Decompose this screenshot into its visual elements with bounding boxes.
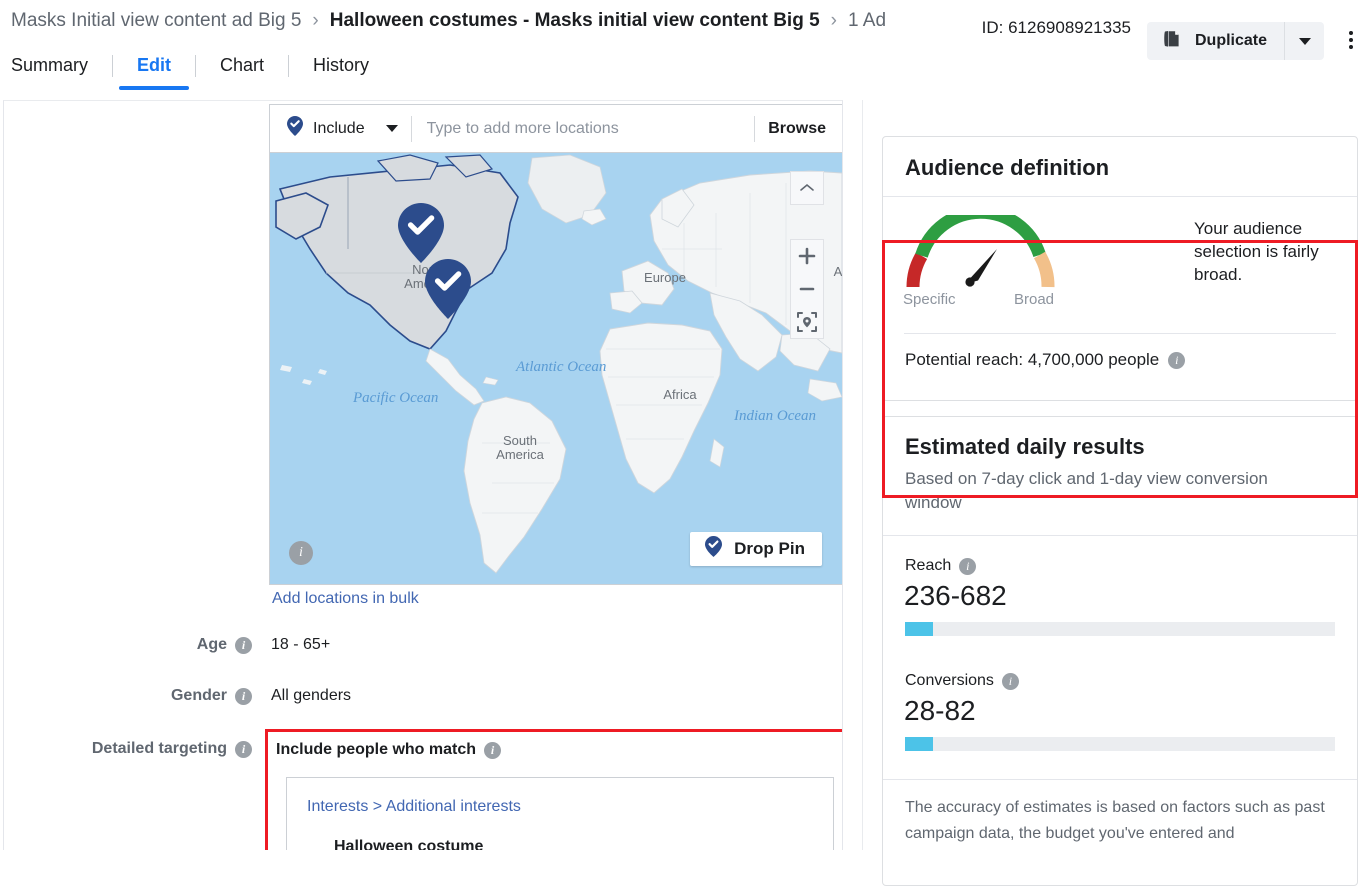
tab-divider <box>112 55 113 77</box>
interest-item-halloween-costume[interactable]: Halloween costume <box>334 838 483 850</box>
breadcrumb-item-ad[interactable]: 1 Ad <box>848 10 886 32</box>
include-people-who-match-text: Include people who match <box>276 741 476 759</box>
map-info-icon[interactable]: i <box>289 541 313 565</box>
age-field-label: Age i <box>22 636 252 654</box>
tab-bar: Summary Edit Chart History <box>0 52 1358 100</box>
map-locate-button[interactable] <box>790 305 824 339</box>
detailed-targeting-highlight-box: Include people who match i Interests > A… <box>265 729 843 850</box>
location-search-input[interactable] <box>425 119 742 139</box>
info-icon[interactable]: i <box>484 742 501 759</box>
map-zoom-in-button[interactable] <box>790 239 824 273</box>
detailed-targeting-label-text: Detailed targeting <box>92 740 227 758</box>
map-collapse-button[interactable] <box>790 171 824 205</box>
gauge-label-broad: Broad <box>1014 291 1054 308</box>
metric-value-reach: 236-682 <box>904 580 1007 612</box>
breadcrumb-separator-icon: › <box>831 10 837 32</box>
potential-reach-text: Potential reach: 4,700,000 people <box>905 350 1159 370</box>
map-pin-check-icon <box>286 115 304 142</box>
vertical-divider <box>754 116 755 142</box>
tab-divider <box>195 55 196 77</box>
estimated-results-title: Estimated daily results <box>905 434 1145 460</box>
breadcrumb-item-campaign[interactable]: Masks Initial view content ad Big 5 <box>11 10 301 32</box>
audience-breadth-gauge: Specific Broad <box>901 215 1061 310</box>
content-area: Include Browse <box>0 99 1358 850</box>
metric-bar-fill <box>905 622 933 636</box>
map-pin-check-icon[interactable] <box>424 258 472 320</box>
top-header-bar: Masks Initial view content ad Big 5 › Ha… <box>0 0 1358 48</box>
location-include-dropdown[interactable]: Include <box>270 115 398 142</box>
chevron-down-icon <box>1299 38 1311 45</box>
metric-bar-reach <box>905 622 1335 636</box>
gender-field-label: Gender i <box>22 687 252 705</box>
world-map-graphic <box>270 153 842 584</box>
tab-chart[interactable]: Chart <box>220 52 264 90</box>
locations-input-row: Include Browse <box>269 104 843 152</box>
metric-label-reach-text: Reach <box>905 557 951 575</box>
audience-definition-card: Audience definition Specific Broad You <box>882 136 1358 401</box>
divider <box>883 779 1357 780</box>
chevron-down-icon <box>386 125 398 132</box>
metric-bar-fill <box>905 737 933 751</box>
plus-icon <box>798 247 816 265</box>
tab-history[interactable]: History <box>313 52 369 90</box>
minus-icon <box>798 280 816 298</box>
metric-bar-conversions <box>905 737 1335 751</box>
info-icon[interactable]: i <box>235 741 252 758</box>
drop-pin-button[interactable]: Drop Pin <box>690 532 822 566</box>
right-sidebar: Audience definition Specific Broad You <box>862 100 1358 850</box>
duplicate-button-label: Duplicate <box>1195 32 1267 50</box>
age-field-value[interactable]: 18 - 65+ <box>271 636 330 654</box>
ad-id-label: ID: 6126908921335 <box>982 18 1131 38</box>
gender-label-text: Gender <box>171 687 227 705</box>
tab-divider <box>288 55 289 77</box>
interest-category-path[interactable]: Interests > Additional interests <box>307 798 521 816</box>
drop-pin-label: Drop Pin <box>734 539 805 559</box>
estimated-daily-results-card: Estimated daily results Based on 7-day c… <box>882 416 1358 886</box>
tab-summary[interactable]: Summary <box>11 52 88 90</box>
divider <box>883 196 1357 197</box>
map-pin-check-icon[interactable] <box>397 202 445 264</box>
add-locations-in-bulk-link[interactable]: Add locations in bulk <box>272 590 419 608</box>
breadcrumb-item-adset[interactable]: Halloween costumes - Masks initial view … <box>330 10 820 32</box>
kebab-menu-icon[interactable] <box>1349 31 1353 49</box>
breadcrumb-separator-icon: › <box>312 10 318 32</box>
gauge-label-specific: Specific <box>903 291 956 308</box>
info-icon[interactable]: i <box>1002 673 1019 690</box>
breadcrumb: Masks Initial view content ad Big 5 › Ha… <box>11 10 886 32</box>
audience-definition-title: Audience definition <box>905 155 1109 181</box>
chevron-up-icon <box>799 182 815 194</box>
map-zoom-out-button[interactable] <box>790 272 824 306</box>
age-label-text: Age <box>197 636 227 654</box>
tab-edit[interactable]: Edit <box>137 52 171 90</box>
crosshair-pin-icon <box>797 312 817 332</box>
vertical-divider <box>411 116 412 142</box>
info-icon[interactable]: i <box>959 558 976 575</box>
info-icon[interactable]: i <box>235 637 252 654</box>
gender-field-value[interactable]: All genders <box>271 687 351 705</box>
info-icon[interactable]: i <box>1168 352 1185 369</box>
map-pin-check-icon <box>704 535 723 563</box>
metric-label-reach: Reach i <box>905 557 976 575</box>
detailed-targeting-field-label: Detailed targeting i <box>22 740 252 758</box>
location-browse-button[interactable]: Browse <box>768 120 842 138</box>
copy-icon <box>1161 28 1183 55</box>
metric-label-conversions-text: Conversions <box>905 672 994 690</box>
divider <box>883 535 1357 536</box>
include-people-who-match-label: Include people who match i <box>276 741 501 759</box>
estimates-accuracy-note: The accuracy of estimates is based on fa… <box>905 795 1330 847</box>
location-include-label: Include <box>313 120 365 138</box>
potential-reach-row: Potential reach: 4,700,000 people i <box>905 350 1185 370</box>
divider <box>904 333 1336 334</box>
metric-value-conversions: 28-82 <box>904 695 976 727</box>
estimated-results-subtitle: Based on 7-day click and 1-day view conv… <box>905 467 1305 515</box>
metric-label-conversions: Conversions i <box>905 672 1019 690</box>
detailed-targeting-selection-box: Interests > Additional interests Hallowe… <box>286 777 834 850</box>
edit-form-panel: Include Browse <box>3 100 843 850</box>
info-icon[interactable]: i <box>235 688 252 705</box>
locations-map[interactable]: NorthAmerica SouthAmerica Europe Africa … <box>269 152 843 585</box>
audience-description-text: Your audience selection is fairly broad. <box>1194 217 1344 286</box>
